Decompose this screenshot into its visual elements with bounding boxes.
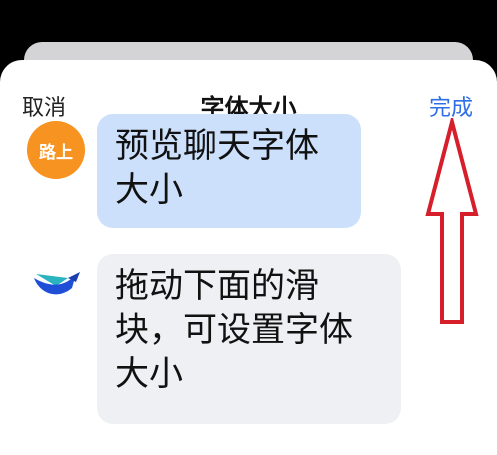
avatar: 路上 (27, 121, 85, 179)
annotation-arrow-icon (425, 118, 479, 324)
bird-logo-icon (34, 272, 80, 295)
preview-message-bubble: 预览聊天字体大小 (97, 114, 361, 228)
hint-message-bubble: 拖动下面的滑块，可设置字体大小 (97, 254, 401, 424)
